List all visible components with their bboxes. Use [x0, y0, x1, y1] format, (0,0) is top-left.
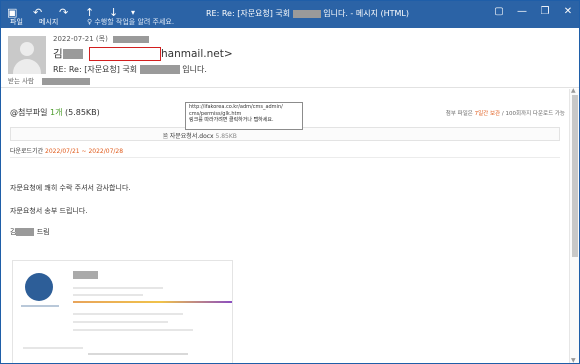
note-suffix: / 100회까지 다운로드 가능: [501, 111, 565, 117]
attachment-file-link[interactable]: 🗎 자문요청서.docx 5.85KB: [163, 131, 237, 142]
card-title-blur: [73, 294, 143, 296]
menu-message[interactable]: 메시지: [39, 17, 58, 27]
company-name-blur: [21, 305, 59, 307]
body-paragraph-2: 자문요청서 송부 드립니다.: [10, 207, 88, 215]
body-paragraph-1: 자문요청에 쾌히 수락 주셔서 감사합니다.: [10, 184, 131, 192]
link-tooltip: http://ifakorea.co.kr/adm/cms_admin/ cms…: [185, 102, 303, 130]
sender-initial: 김: [53, 48, 63, 60]
scroll-down-icon[interactable]: ▼: [571, 357, 576, 363]
card-address-blur: [23, 347, 83, 349]
signature-business-card: [12, 260, 233, 363]
menu-bar: 파일 메시지 ♀ 수행할 작업을 알려 주세요.: [1, 15, 579, 28]
signature-line: 김 드림: [10, 227, 50, 237]
scroll-up-icon[interactable]: ▲: [571, 87, 576, 94]
outlook-message-window: ▣ ↶ ↷ ↑ ↓ ▾ RE: Re: [자문요청] 국회 입니다. - 메시지…: [0, 0, 580, 364]
redacted-block: [139, 65, 180, 74]
redacted-email-box: [89, 47, 162, 61]
download-period: 다운로드기간 2022/07/21 ~ 2022/07/28: [10, 146, 123, 155]
card-name-blur: [73, 271, 98, 279]
signature-suffix: 드림: [36, 228, 50, 236]
redacted-block: [16, 228, 35, 236]
sender-email-tail: hanmail.net>: [161, 48, 233, 60]
file-icon: 🗎: [163, 133, 168, 140]
card-accent-line: [73, 301, 232, 303]
vertical-scrollbar[interactable]: ▲ ▼: [569, 87, 579, 363]
card-address-blur: [88, 353, 188, 355]
avatar-head-shape: [20, 42, 34, 56]
message-subject: RE: Re: [자문요청] 국회 입니다.: [53, 64, 207, 75]
subject-prefix: RE: Re: [자문요청] 국회: [53, 65, 138, 74]
note-days: 7일간 보관: [474, 111, 501, 117]
card-contact-blur: [73, 321, 168, 323]
tooltip-url-line1: http://ifakorea.co.kr/adm/cms_admin/: [189, 104, 283, 110]
attachment-total-size: (5.85KB): [65, 108, 100, 117]
download-range: 2022/07/21 ~ 2022/07/28: [45, 148, 124, 155]
attachment-file-size: 5.85KB: [215, 133, 237, 140]
card-contact-blur: [73, 329, 193, 331]
redacted-block: [42, 77, 91, 85]
recipients-line: 받는 사람: [8, 75, 91, 85]
recipients-label: 받는 사람: [8, 77, 34, 85]
attachment-count: 1개: [50, 108, 63, 117]
note-prefix: 첨부 파일은: [445, 111, 473, 117]
sender-avatar[interactable]: [8, 36, 46, 74]
menu-file[interactable]: 파일: [10, 17, 23, 27]
download-label: 다운로드기간: [10, 148, 44, 155]
tooltip-hint: 링크를 따라가려면 클릭하거나 탭하세요.: [189, 117, 274, 123]
subject-suffix: 입니다.: [182, 65, 207, 74]
attachment-label: @첨부파일: [10, 108, 48, 117]
company-logo: [25, 273, 53, 301]
avatar-body-shape: [13, 59, 41, 74]
title-bar: ▣ ↶ ↷ ↑ ↓ ▾ RE: Re: [자문요청] 국회 입니다. - 메시지…: [1, 1, 579, 28]
message-date: 2022-07-21 (목): [53, 34, 150, 44]
attachment-file-name: 자문요청서.docx: [169, 133, 214, 140]
card-contact-blur: [73, 313, 183, 315]
sender-line[interactable]: 김 hanmail.net>: [53, 46, 233, 61]
redacted-block: [62, 49, 83, 59]
message-date-text: 2022-07-21 (목): [53, 35, 108, 43]
attachment-retention-note: 첨부 파일은 7일간 보관 / 100회까지 다운로드 가능: [446, 109, 565, 117]
attachment-summary: @첨부파일 1개 (5.85KB): [10, 107, 100, 118]
scrollbar-thumb[interactable]: [572, 95, 578, 257]
card-title-blur: [73, 287, 163, 289]
tell-me-search[interactable]: ♀ 수행할 작업을 알려 주세요.: [87, 17, 174, 27]
message-header: 2022-07-21 (목) 김 hanmail.net> RE: Re: [자…: [1, 28, 579, 88]
divider: [10, 157, 560, 158]
redacted-block: [113, 35, 150, 43]
message-body: @첨부파일 1개 (5.85KB) 첨부 파일은 7일간 보관 / 100회까지…: [1, 89, 569, 363]
